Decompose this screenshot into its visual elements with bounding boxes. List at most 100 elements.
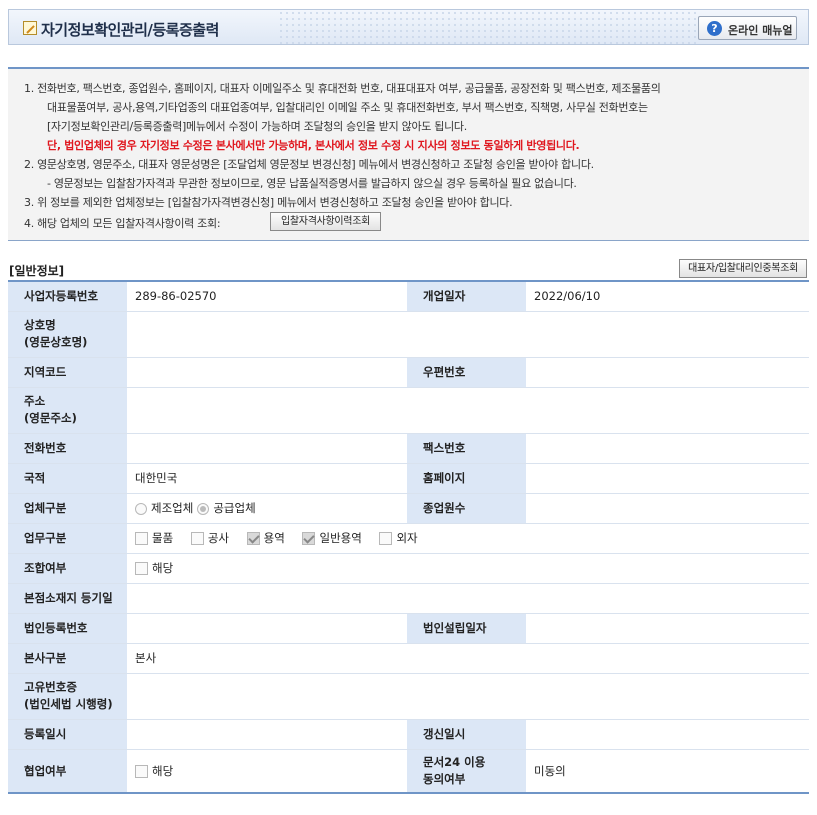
unique-no-label: 고유번호증 (법인세법 시행령): [8, 673, 127, 720]
memo-icon: [23, 21, 37, 35]
doc24-label-line: 문서24 이용: [423, 754, 486, 769]
coop-label: 협업여부: [8, 749, 127, 794]
address-label-line: 주소: [24, 394, 46, 408]
union-label: 조합여부: [8, 553, 127, 584]
checkbox-union[interactable]: [135, 562, 148, 575]
region-code-label: 지역코드: [8, 357, 127, 388]
work-type-construction[interactable]: 공사: [190, 530, 229, 546]
header-pattern: [278, 10, 698, 44]
region-code-value: [127, 357, 407, 388]
employees-label: 종업원수: [407, 493, 526, 524]
table-row: 등록일시 갱신일시: [8, 719, 809, 750]
work-type-label: 업무구분: [8, 523, 127, 554]
checkbox-label: 해당: [152, 763, 174, 778]
work-type-foreign[interactable]: 외자: [379, 530, 418, 546]
address-value: [127, 387, 809, 434]
phone-value: [127, 433, 407, 464]
online-manual-button[interactable]: ? 온라인 매뉴얼: [698, 16, 797, 40]
table-row: 국적 대한민국 홈페이지: [8, 463, 809, 494]
corp-est-date-label: 법인설립일자: [407, 613, 526, 644]
union-value: 해당: [127, 553, 809, 584]
corp-est-date-value: [526, 613, 809, 644]
biz-type-manufacturer[interactable]: 제조업체: [135, 500, 193, 516]
notice-line-history: 4. 해당 업체의 모든 입찰자격사항이력 조회: 입찰자격사항이력조회: [24, 212, 382, 231]
zip-value: [526, 357, 809, 388]
hq-reg-date-label: 본점소재지 등기일: [8, 583, 127, 614]
zip-label: 우편번호: [407, 357, 526, 388]
fax-label: 팩스번호: [407, 433, 526, 464]
coop-option[interactable]: 해당: [135, 763, 173, 779]
checkbox-coop[interactable]: [135, 764, 148, 778]
table-row: 지역코드 우편번호: [8, 357, 809, 388]
coop-value: 해당: [127, 749, 407, 794]
page-title: 자기정보확인관리/등록증출력: [41, 21, 219, 39]
general-info-table: 사업자등록번호 289-86-02570 개업일자 2022/06/10 상호명…: [8, 280, 809, 794]
duplicate-check-button[interactable]: 대표자/입찰대리인중복조회: [679, 259, 807, 278]
renew-date-value: [526, 719, 809, 750]
renew-date-label: 갱신일시: [407, 719, 526, 750]
open-date-label: 개업일자: [407, 281, 526, 312]
table-row: 협업여부 해당 문서24 이용 동의여부 미동의: [8, 749, 809, 794]
homepage-label: 홈페이지: [407, 463, 526, 494]
table-row: 본점소재지 등기일: [8, 583, 809, 614]
doc24-label: 문서24 이용 동의여부: [407, 749, 526, 794]
checkbox-general-service[interactable]: [302, 532, 316, 545]
checkbox-goods[interactable]: [135, 532, 148, 545]
history-lookup-button[interactable]: 입찰자격사항이력조회: [270, 212, 382, 231]
biz-type-supplier[interactable]: 공급업체: [197, 500, 256, 516]
work-type-service[interactable]: 용역: [246, 530, 285, 546]
checkbox-label: 용역: [263, 531, 285, 545]
checkbox-label: 물품: [152, 531, 174, 545]
checkbox-service[interactable]: [246, 532, 260, 545]
checkbox-foreign[interactable]: [379, 532, 393, 545]
country-label: 국적: [8, 463, 127, 494]
company-name-label: 상호명 (영문상호명): [8, 311, 127, 358]
unique-no-value: [127, 673, 809, 720]
table-row: 고유번호증 (법인세법 시행령): [8, 673, 809, 720]
hq-reg-date-value: [127, 583, 809, 614]
corp-reg-no-label: 법인등록번호: [8, 613, 127, 644]
biz-no-value: 289-86-02570: [127, 281, 407, 312]
table-row: 법인등록번호 법인설립일자: [8, 613, 809, 644]
notice-line: 3. 위 정보를 제외한 업체정보는 [입찰참가자격변경신청] 메뉴에서 변경신…: [24, 196, 513, 209]
country-value: 대한민국: [127, 463, 407, 494]
checkbox-label: 일반용역: [319, 531, 362, 545]
notice-line: - 영문정보는 입찰참가자격과 무관한 정보이므로, 영문 납품실적증명서를 발…: [47, 177, 577, 190]
biz-no-label: 사업자등록번호: [8, 281, 127, 312]
radio-supplier[interactable]: [197, 502, 210, 515]
table-row: 본사구분 본사: [8, 643, 809, 674]
notice-warning: 단, 법인업체의 경우 자기정보 수정은 본사에서만 가능하며, 본사에서 정보…: [47, 139, 580, 152]
checkbox-construction[interactable]: [190, 532, 204, 545]
biz-type-options: 제조업체 공급업체: [127, 493, 407, 524]
online-manual-label: 온라인 매뉴얼: [728, 24, 793, 37]
table-row: 상호명 (영문상호명): [8, 311, 809, 358]
notice-line: 1. 전화번호, 팩스번호, 종업원수, 홈페이지, 대표자 이메일주소 및 휴…: [24, 82, 661, 95]
phone-label: 전화번호: [8, 433, 127, 464]
hq-type-value: 본사: [127, 643, 809, 674]
checkbox-label: 해당: [152, 561, 174, 575]
work-type-goods[interactable]: 물품: [135, 530, 173, 546]
reg-date-value: [127, 719, 407, 750]
fax-value: [526, 433, 809, 464]
doc24-value: 미동의: [526, 749, 809, 794]
work-type-general-service[interactable]: 일반용역: [302, 530, 362, 546]
table-row: 업무구분 물품 공사 용역 일반용역 외자: [8, 523, 809, 554]
table-row: 주소 (영문주소): [8, 387, 809, 434]
work-type-options: 물품 공사 용역 일반용역 외자: [127, 523, 809, 554]
radio-label: 공급업체: [213, 501, 256, 515]
radio-manufacturer[interactable]: [135, 502, 147, 515]
unique-no-label-line: (법인세법 시행령): [24, 697, 113, 711]
union-option[interactable]: 해당: [135, 560, 173, 576]
corp-reg-no-value: [127, 613, 407, 644]
checkbox-label: 외자: [396, 531, 418, 545]
notice-line: 대표물품여부, 공사,용역,기타업종의 대표업종여부, 입찰대리인 이메일 주소…: [47, 101, 648, 114]
radio-label: 제조업체: [151, 501, 194, 515]
company-name-label-line: (영문상호명): [24, 335, 88, 349]
open-date-value: 2022/06/10: [526, 281, 809, 312]
address-label-line: (영문주소): [24, 411, 77, 425]
checkbox-label: 공사: [207, 531, 229, 545]
notice-line: 2. 영문상호명, 영문주소, 대표자 영문성명은 [조달업체 영문정보 변경신…: [24, 158, 594, 171]
page-header: 자기정보확인관리/등록증출력 ? 온라인 매뉴얼: [8, 9, 809, 45]
table-row: 업체구분 제조업체 공급업체 종업원수: [8, 493, 809, 524]
table-row: 사업자등록번호 289-86-02570 개업일자 2022/06/10: [8, 281, 809, 312]
